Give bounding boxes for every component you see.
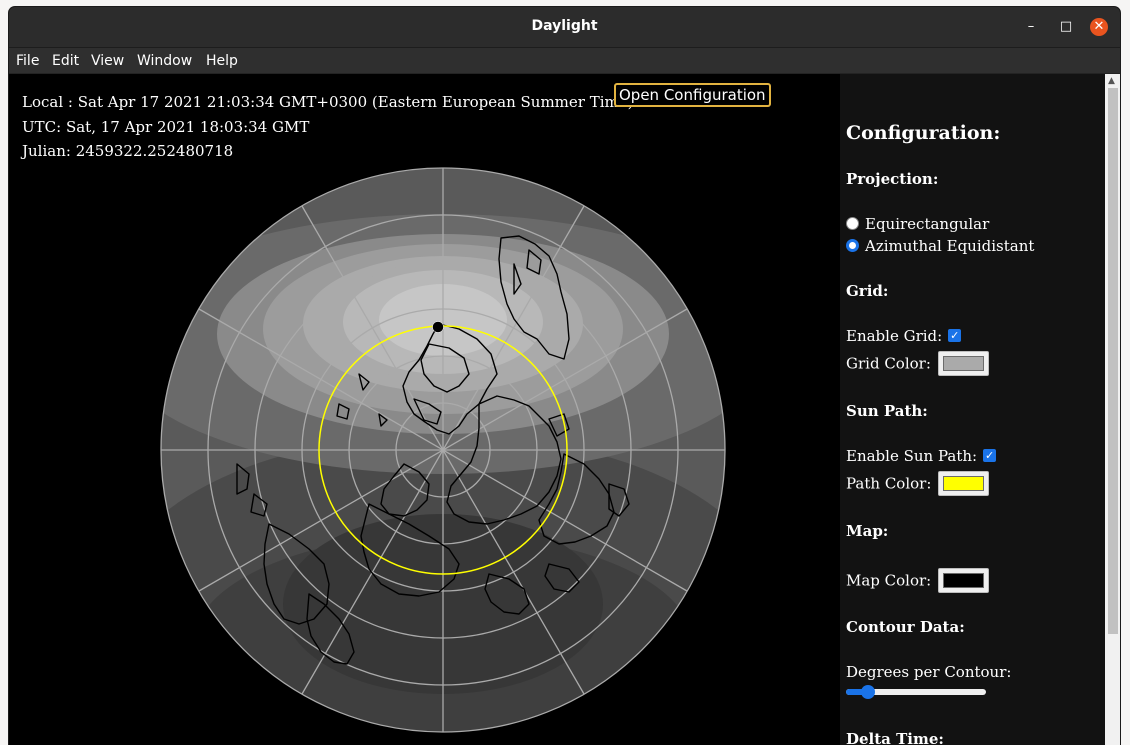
enable-grid-row: Enable Grid: ✓ xyxy=(846,327,962,345)
enable-grid-checkbox[interactable]: ✓ xyxy=(948,328,962,342)
map-heading: Map: xyxy=(846,522,889,540)
delta-time-heading: Delta Time: xyxy=(846,730,944,745)
julian-date-text: Julian: 2459322.252480718 xyxy=(22,142,234,160)
menu-file[interactable]: File xyxy=(16,53,39,69)
projection-option-equirectangular[interactable]: Equirectangular xyxy=(846,215,989,233)
path-color-row: Path Color: xyxy=(846,471,990,497)
content-area: Local : Sat Apr 17 2021 21:03:34 GMT+030… xyxy=(9,74,1120,745)
maximize-icon[interactable]: □ xyxy=(1057,18,1075,36)
degrees-per-contour-slider[interactable] xyxy=(846,685,986,699)
option-label: Equirectangular xyxy=(865,215,990,233)
minimize-icon[interactable]: – xyxy=(1022,18,1040,36)
local-time-text: Local : Sat Apr 17 2021 21:03:34 GMT+030… xyxy=(22,93,634,111)
daylight-map[interactable] xyxy=(9,164,840,745)
menu-view[interactable]: View xyxy=(91,53,124,69)
open-configuration-button[interactable]: Open Configuration xyxy=(614,83,771,107)
scrollbar-thumb[interactable] xyxy=(1108,88,1118,634)
sun-path-heading: Sun Path: xyxy=(846,402,928,420)
map-color-swatch xyxy=(943,573,985,588)
title-bar: Daylight – □ ✕ xyxy=(9,7,1120,48)
option-label: Azimuthal Equidistant xyxy=(865,237,1035,255)
path-color-picker[interactable] xyxy=(938,471,990,496)
contour-heading: Contour Data: xyxy=(846,618,965,636)
enable-sun-path-label: Enable Sun Path: xyxy=(846,447,978,465)
map-color-picker[interactable] xyxy=(938,568,990,593)
degrees-per-contour-label: Degrees per Contour: xyxy=(846,663,1012,681)
path-color-swatch xyxy=(943,476,985,491)
grid-color-swatch xyxy=(942,356,984,371)
map-color-row: Map Color: xyxy=(846,568,990,594)
menu-bar: File Edit View Window Help xyxy=(9,48,1120,74)
menu-edit[interactable]: Edit xyxy=(52,53,79,69)
scroll-up-icon[interactable]: ▲ xyxy=(1108,76,1115,86)
map-panel: Local : Sat Apr 17 2021 21:03:34 GMT+030… xyxy=(9,74,840,745)
radio-equirectangular[interactable] xyxy=(846,216,859,230)
projection-heading: Projection: xyxy=(846,170,939,188)
menu-help[interactable]: Help xyxy=(206,53,238,69)
menu-window[interactable]: Window xyxy=(137,53,192,69)
slider-handle[interactable] xyxy=(861,685,875,699)
utc-time-text: UTC: Sat, 17 Apr 2021 18:03:34 GMT xyxy=(22,118,310,136)
enable-sun-path-checkbox[interactable]: ✓ xyxy=(983,448,997,462)
grid-heading: Grid: xyxy=(846,282,889,300)
subsolar-point xyxy=(432,321,444,333)
projection-option-azimuthal[interactable]: Azimuthal Equidistant xyxy=(846,237,1034,255)
config-title: Configuration: xyxy=(846,122,1001,144)
scrollbar[interactable]: ▲ xyxy=(1105,74,1120,745)
close-icon[interactable]: ✕ xyxy=(1090,18,1108,36)
configuration-panel: Configuration: Projection: Equirectangul… xyxy=(840,74,1105,745)
grid-color-picker[interactable] xyxy=(937,351,989,376)
enable-grid-label: Enable Grid: xyxy=(846,327,943,345)
enable-sun-path-row: Enable Sun Path: ✓ xyxy=(846,447,997,465)
window-title: Daylight xyxy=(531,18,598,34)
radio-azimuthal-equidistant[interactable] xyxy=(846,238,859,252)
grid-color-row: Grid Color: xyxy=(846,351,989,377)
app-window: Daylight – □ ✕ File Edit View Window Hel… xyxy=(9,7,1120,745)
grid-color-label: Grid Color: xyxy=(846,354,931,373)
map-color-label: Map Color: xyxy=(846,571,932,590)
path-color-label: Path Color: xyxy=(846,474,932,493)
